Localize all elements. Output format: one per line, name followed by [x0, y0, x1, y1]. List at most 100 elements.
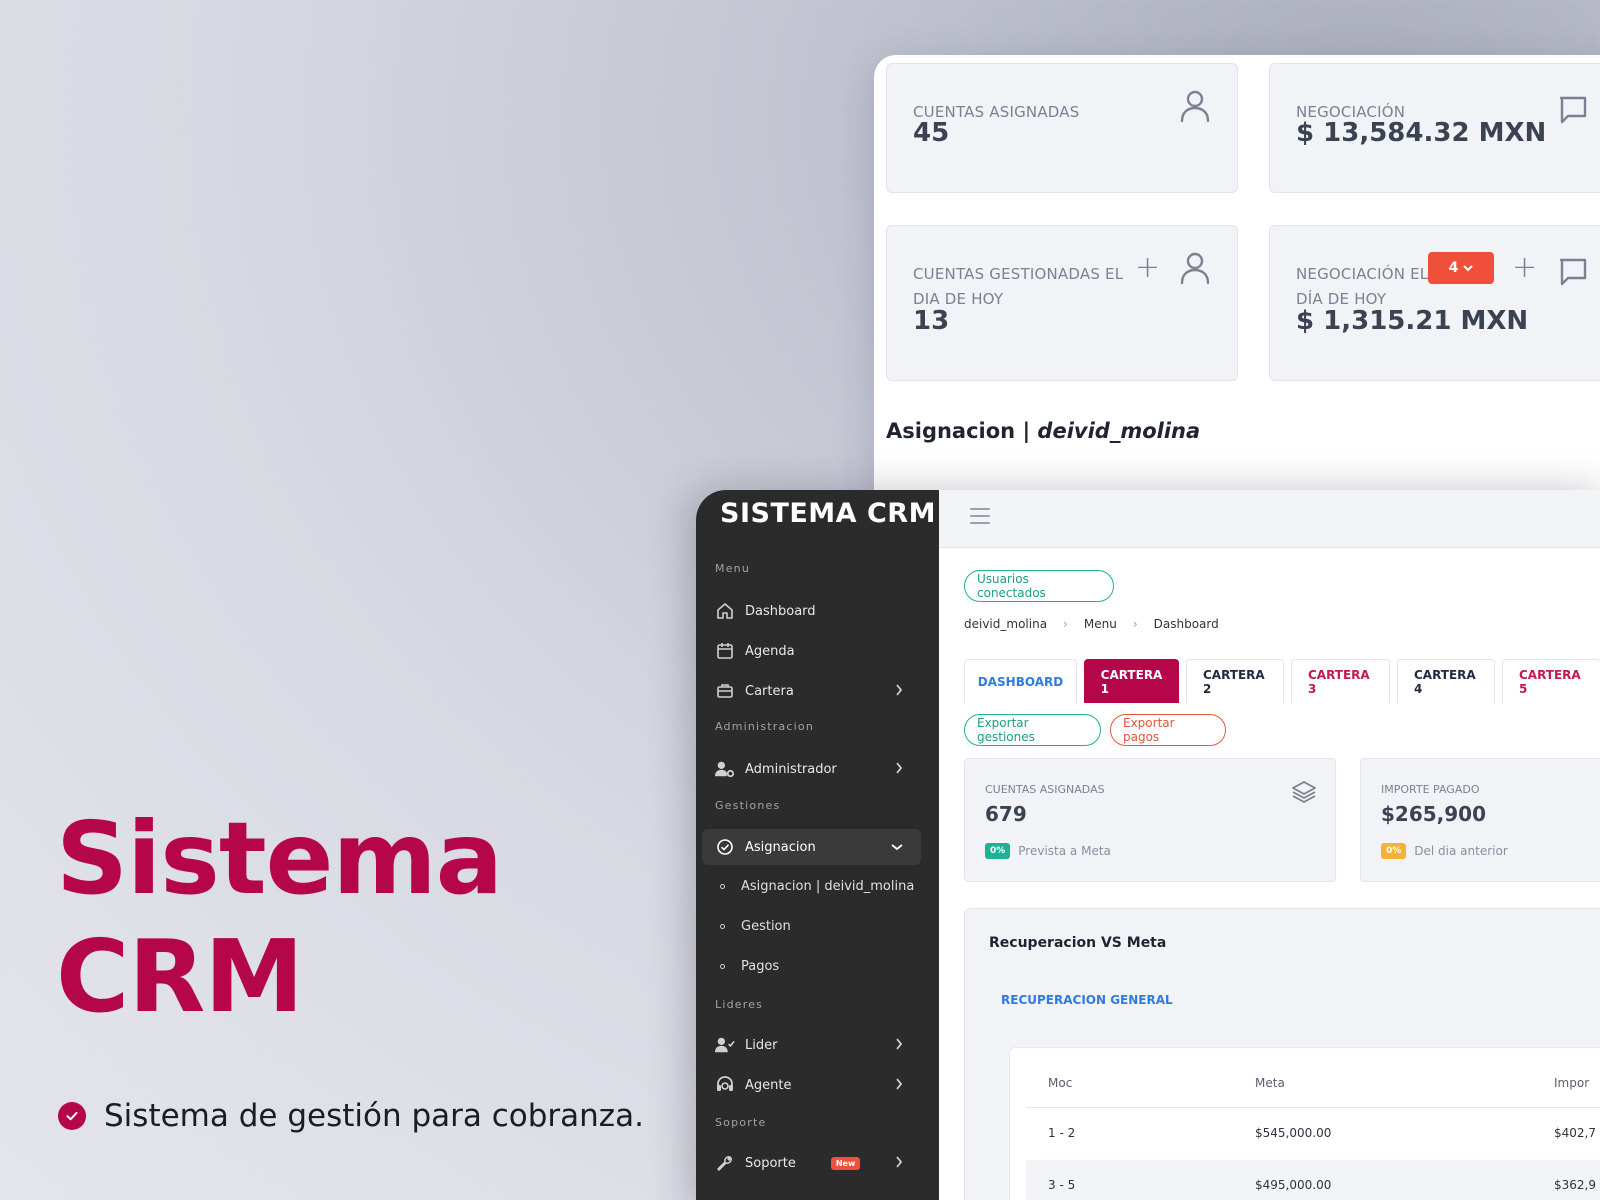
- column-header[interactable]: Meta: [1255, 1076, 1285, 1090]
- table-cell: $495,000.00: [1255, 1178, 1332, 1192]
- table-cell: $545,000.00: [1255, 1126, 1332, 1140]
- card-footer: 0% Del dia anterior: [1381, 843, 1508, 859]
- sidebar-item-lider[interactable]: Lider: [702, 1027, 921, 1063]
- chevron-down-icon: [1463, 265, 1474, 272]
- wrench-icon: [715, 1153, 735, 1173]
- table-cell: 1 - 2: [1048, 1126, 1076, 1140]
- card-value: $265,900: [1381, 802, 1487, 826]
- bullet-icon: [720, 964, 725, 969]
- chevron-right-icon: ›: [1063, 617, 1068, 631]
- main-content: Usuarios conectados deivid_molina › Menu…: [939, 490, 1600, 1200]
- card-footer: 0% Prevista a Meta: [985, 843, 1111, 859]
- user-gear-icon: [715, 759, 735, 779]
- connected-users-button[interactable]: Usuarios conectados: [964, 570, 1114, 602]
- layers-icon: [1291, 779, 1317, 809]
- section-title-user: deivid_molina: [1037, 419, 1201, 443]
- section-title: Asignacion | deivid_molina: [886, 419, 1200, 443]
- panel-title: Recuperacion VS Meta: [989, 935, 1167, 951]
- chevron-right-icon: ›: [1132, 617, 1138, 631]
- card-cuentas-asignadas: CUENTAS ASIGNADAS 679 0% Prevista a Meta: [964, 758, 1336, 882]
- breadcrumb-item[interactable]: deivid_molina: [964, 617, 1047, 631]
- kpi-label: NEGOCIACIÓN EL DÍA DE HOY: [1296, 262, 1428, 312]
- chat-icon: [1558, 94, 1588, 130]
- breadcrumb-item: Dashboard: [1153, 617, 1219, 631]
- kpi-label-line1: NEGOCIACIÓN EL: [1296, 265, 1429, 283]
- sidebar-item-dashboard[interactable]: Dashboard: [702, 593, 921, 629]
- tab-cartera-3[interactable]: CARTERA 3: [1291, 659, 1390, 703]
- sidebar-item-label: Agente: [745, 1077, 792, 1093]
- card-footer-text: Del dia anterior: [1414, 844, 1508, 858]
- section-lideres: Lideres: [715, 998, 764, 1011]
- kpi-value: $ 13,584.32 MXN: [1296, 118, 1547, 148]
- tab-cartera-1[interactable]: CARTERA 1: [1084, 659, 1179, 703]
- sidebar: SISTEMA CRM Menu Dashboard Agenda Carter…: [696, 490, 939, 1200]
- check-circle-icon: [715, 837, 735, 857]
- kpi-value: $ 1,315.21 MXN: [1296, 306, 1529, 336]
- sidebar-subitem-asignacion-user[interactable]: Asignacion | deivid_molina: [720, 879, 914, 894]
- sidebar-item-label: Dashboard: [745, 603, 816, 619]
- section-menu: Menu: [715, 562, 751, 575]
- kpi-negociacion: NEGOCIACIÓN $ 13,584.32 MXN: [1269, 63, 1600, 193]
- briefcase-icon: [715, 681, 735, 701]
- home-icon: [715, 601, 735, 621]
- sidebar-subitem-pagos[interactable]: Pagos: [720, 959, 779, 974]
- sidebar-item-asignacion[interactable]: Asignacion: [702, 829, 921, 865]
- card-footer-text: Prevista a Meta: [1018, 844, 1111, 858]
- chevron-right-icon: [896, 762, 903, 774]
- sidebar-item-agenda[interactable]: Agenda: [702, 633, 921, 669]
- kpi-label-line1: CUENTAS GESTIONADAS EL: [913, 265, 1124, 283]
- breadcrumb-item[interactable]: Menu: [1084, 617, 1117, 631]
- card-label: IMPORTE PAGADO: [1381, 783, 1480, 796]
- column-header[interactable]: Impor: [1554, 1076, 1589, 1090]
- percent-badge: 0%: [985, 843, 1011, 859]
- cartera-tabs: DASHBOARD CARTERA 1 CARTERA 2 CARTERA 3 …: [964, 659, 1600, 703]
- sidebar-subitem-gestion[interactable]: Gestion: [720, 919, 791, 934]
- sidebar-item-label: Asignacion: [745, 839, 816, 855]
- kpi-cuentas-asignadas: CUENTAS ASIGNADAS 45: [886, 63, 1238, 193]
- kpi-negociacion-hoy: NEGOCIACIÓN EL DÍA DE HOY $ 1,315.21 MXN…: [1269, 225, 1600, 381]
- hero-title-line2: CRM: [56, 918, 304, 1035]
- table-cell: $402,7: [1554, 1126, 1596, 1140]
- menu-toggle-icon[interactable]: [970, 506, 990, 526]
- tab-recuperacion-general[interactable]: RECUPERACION GENERAL: [1001, 993, 1173, 1007]
- topbar: [939, 490, 1600, 548]
- sidebar-item-agente[interactable]: Agente: [702, 1067, 921, 1103]
- user-icon: [1179, 88, 1211, 128]
- hero-title-line1: Sistema: [56, 800, 503, 917]
- add-button[interactable]: +: [1512, 250, 1537, 285]
- table-row: 3 - 5 $495,000.00 $362,9: [1026, 1160, 1600, 1200]
- table-cell: 3 - 5: [1048, 1178, 1076, 1192]
- column-header[interactable]: Moc: [1048, 1076, 1072, 1090]
- sidebar-item-label: Soporte: [745, 1155, 796, 1171]
- dashboard-preview-card: CUENTAS ASIGNADAS 45 NEGOCIACIÓN $ 13,58…: [874, 55, 1600, 495]
- tab-cartera-2[interactable]: CARTERA 2: [1186, 659, 1284, 703]
- card-value: 679: [985, 802, 1027, 826]
- sidebar-item-administrador[interactable]: Administrador: [702, 751, 921, 787]
- card-label: CUENTAS ASIGNADAS: [985, 783, 1105, 796]
- user-icon: [1179, 250, 1211, 290]
- breadcrumb: deivid_molina › Menu › Dashboard: [964, 617, 1219, 631]
- new-badge: New: [830, 1156, 861, 1170]
- sidebar-item-soporte[interactable]: Soporte New: [702, 1145, 921, 1181]
- add-button[interactable]: +: [1135, 250, 1160, 285]
- export-gestiones-button[interactable]: Exportar gestiones: [964, 714, 1101, 746]
- notification-dropdown[interactable]: 4: [1428, 252, 1494, 284]
- chevron-right-icon: [896, 1078, 903, 1090]
- notification-count: 4: [1448, 260, 1459, 276]
- sidebar-subitem-label: Pagos: [741, 959, 780, 974]
- tab-dashboard[interactable]: DASHBOARD: [964, 659, 1077, 703]
- sidebar-subitem-label: Asignacion | deivid_molina: [741, 879, 915, 894]
- section-title-prefix: Asignacion |: [886, 419, 1038, 443]
- section-administracion: Administracion: [715, 720, 815, 733]
- bullet-icon: [720, 924, 725, 929]
- card-importe-pagado: IMPORTE PAGADO $265,900 0% Del dia anter…: [1360, 758, 1600, 882]
- hero-feature: Sistema de gestión para cobranza.: [58, 1098, 644, 1134]
- kpi-value: 45: [913, 118, 950, 148]
- tab-cartera-4[interactable]: CARTERA 4: [1397, 659, 1495, 703]
- sidebar-item-cartera[interactable]: Cartera: [702, 673, 921, 709]
- chevron-right-icon: [896, 1038, 903, 1050]
- user-check-icon: [715, 1035, 735, 1055]
- sidebar-item-label: Administrador: [745, 761, 837, 777]
- export-pagos-button[interactable]: Exportar pagos: [1110, 714, 1226, 746]
- tab-cartera-5[interactable]: CARTERA 5: [1502, 659, 1600, 703]
